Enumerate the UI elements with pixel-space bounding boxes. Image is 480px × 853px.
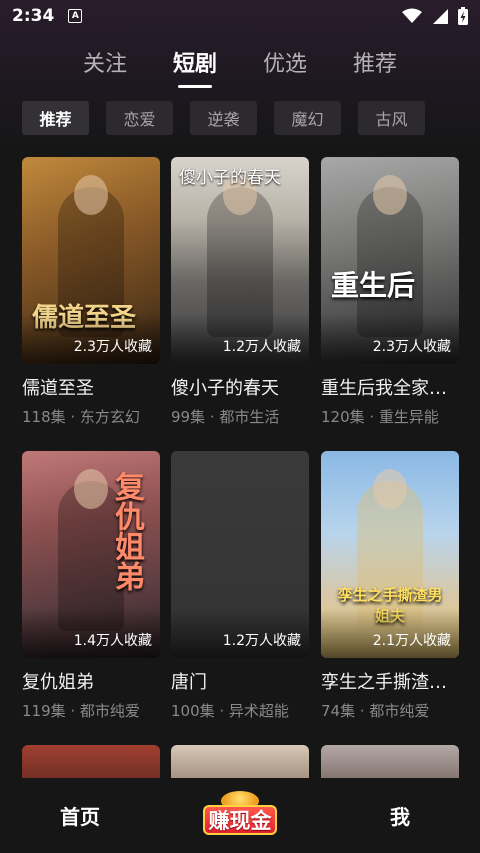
poster-figure-head — [373, 175, 407, 215]
status-time: 2:34 — [12, 6, 55, 26]
poster-figure-head — [74, 469, 108, 509]
drama-card[interactable]: 复仇姐弟 1.4万人收藏 复仇姐弟 119集 · 都市纯爱 — [22, 451, 160, 721]
favorites-count: 2.3万人收藏 — [73, 339, 152, 355]
tab-selected[interactable]: 优选 — [263, 40, 307, 84]
drama-card[interactable]: 重生后 2.3万人收藏 重生后我全家… 120集 · 重生异能 — [321, 157, 459, 427]
tab-recommend[interactable]: 推荐 — [353, 40, 397, 84]
drama-meta: 100集 · 异术超能 — [171, 702, 289, 720]
category-chips: 推荐 恋爱 逆袭 魔幻 古风 — [22, 101, 425, 135]
tab-short-drama[interactable]: 短剧 — [173, 40, 217, 84]
status-icons — [402, 7, 468, 25]
drama-title[interactable]: 复仇姐弟 — [22, 668, 160, 694]
notification-icon: A — [68, 9, 83, 23]
nav-home[interactable]: 首页 — [0, 801, 160, 830]
earn-cash-label: 赚现金 — [203, 804, 277, 835]
poster-art-text: 复仇姐弟 — [109, 471, 144, 591]
drama-title[interactable]: 孪生之手撕渣… — [321, 668, 459, 694]
drama-meta: 118集 · 东方玄幻 — [22, 408, 140, 426]
tab-following[interactable]: 关注 — [83, 40, 127, 84]
favorites-count: 2.3万人收藏 — [372, 339, 451, 355]
favorites-count: 1.2万人收藏 — [222, 339, 301, 355]
poster-image[interactable]: 孪生之手撕渣男姐夫 2.1万人收藏 — [321, 451, 459, 658]
status-bar: 2:34 A — [0, 0, 480, 32]
drama-title[interactable]: 唐门 — [171, 668, 309, 694]
earn-cash-badge[interactable]: 赚现金 — [203, 790, 277, 841]
favorites-count: 2.1万人收藏 — [372, 633, 451, 649]
chip-fantasy[interactable]: 魔幻 — [274, 101, 341, 135]
poster-image[interactable]: 重生后 2.3万人收藏 — [321, 157, 459, 364]
drama-title[interactable]: 儒道至圣 — [22, 374, 160, 400]
poster-image[interactable]: 儒道至圣 2.3万人收藏 — [22, 157, 160, 364]
drama-title[interactable]: 傻小子的春天 — [171, 374, 309, 400]
poster-figure-head — [74, 175, 108, 215]
drama-meta: 99集 · 都市生活 — [171, 408, 280, 426]
drama-card[interactable]: 傻小子的春天 1.2万人收藏 傻小子的春天 99集 · 都市生活 — [171, 157, 309, 427]
chip-recommend[interactable]: 推荐 — [22, 101, 89, 135]
drama-meta: 74集 · 都市纯爱 — [321, 702, 430, 720]
drama-title[interactable]: 重生后我全家… — [321, 374, 459, 400]
chip-ancient[interactable]: 古风 — [358, 101, 425, 135]
poster-image[interactable]: 傻小子的春天 1.2万人收藏 — [171, 157, 309, 364]
top-tabs: 关注 短剧 优选 推荐 — [0, 40, 480, 84]
poster-image[interactable]: 复仇姐弟 1.4万人收藏 — [22, 451, 160, 658]
poster-image[interactable]: 1.2万人收藏 — [171, 451, 309, 658]
drama-meta: 119集 · 都市纯爱 — [22, 702, 140, 720]
drama-meta: 120集 · 重生异能 — [321, 408, 439, 426]
bottom-nav: 首页 赚现金 我 — [0, 778, 480, 853]
poster-figure-head — [373, 469, 407, 509]
poster-art-text: 重生后 — [331, 269, 416, 302]
favorites-count: 1.4万人收藏 — [73, 633, 152, 649]
chip-romance[interactable]: 恋爱 — [106, 101, 173, 135]
nav-me[interactable]: 我 — [320, 801, 480, 830]
drama-card[interactable]: 儒道至圣 2.3万人收藏 儒道至圣 118集 · 东方玄幻 — [22, 157, 160, 427]
battery-charging-icon — [458, 7, 468, 25]
favorites-count: 1.2万人收藏 — [222, 633, 301, 649]
drama-card[interactable]: 1.2万人收藏 唐门 100集 · 异术超能 — [171, 451, 309, 721]
drama-card[interactable]: 孪生之手撕渣男姐夫 2.1万人收藏 孪生之手撕渣… 74集 · 都市纯爱 — [321, 451, 459, 721]
wifi-icon — [402, 8, 422, 23]
poster-title-text: 傻小子的春天 — [179, 168, 281, 188]
nav-earn-cash[interactable]: 赚现金 — [160, 790, 320, 841]
signal-icon — [433, 9, 448, 24]
chip-comeback[interactable]: 逆袭 — [190, 101, 257, 135]
